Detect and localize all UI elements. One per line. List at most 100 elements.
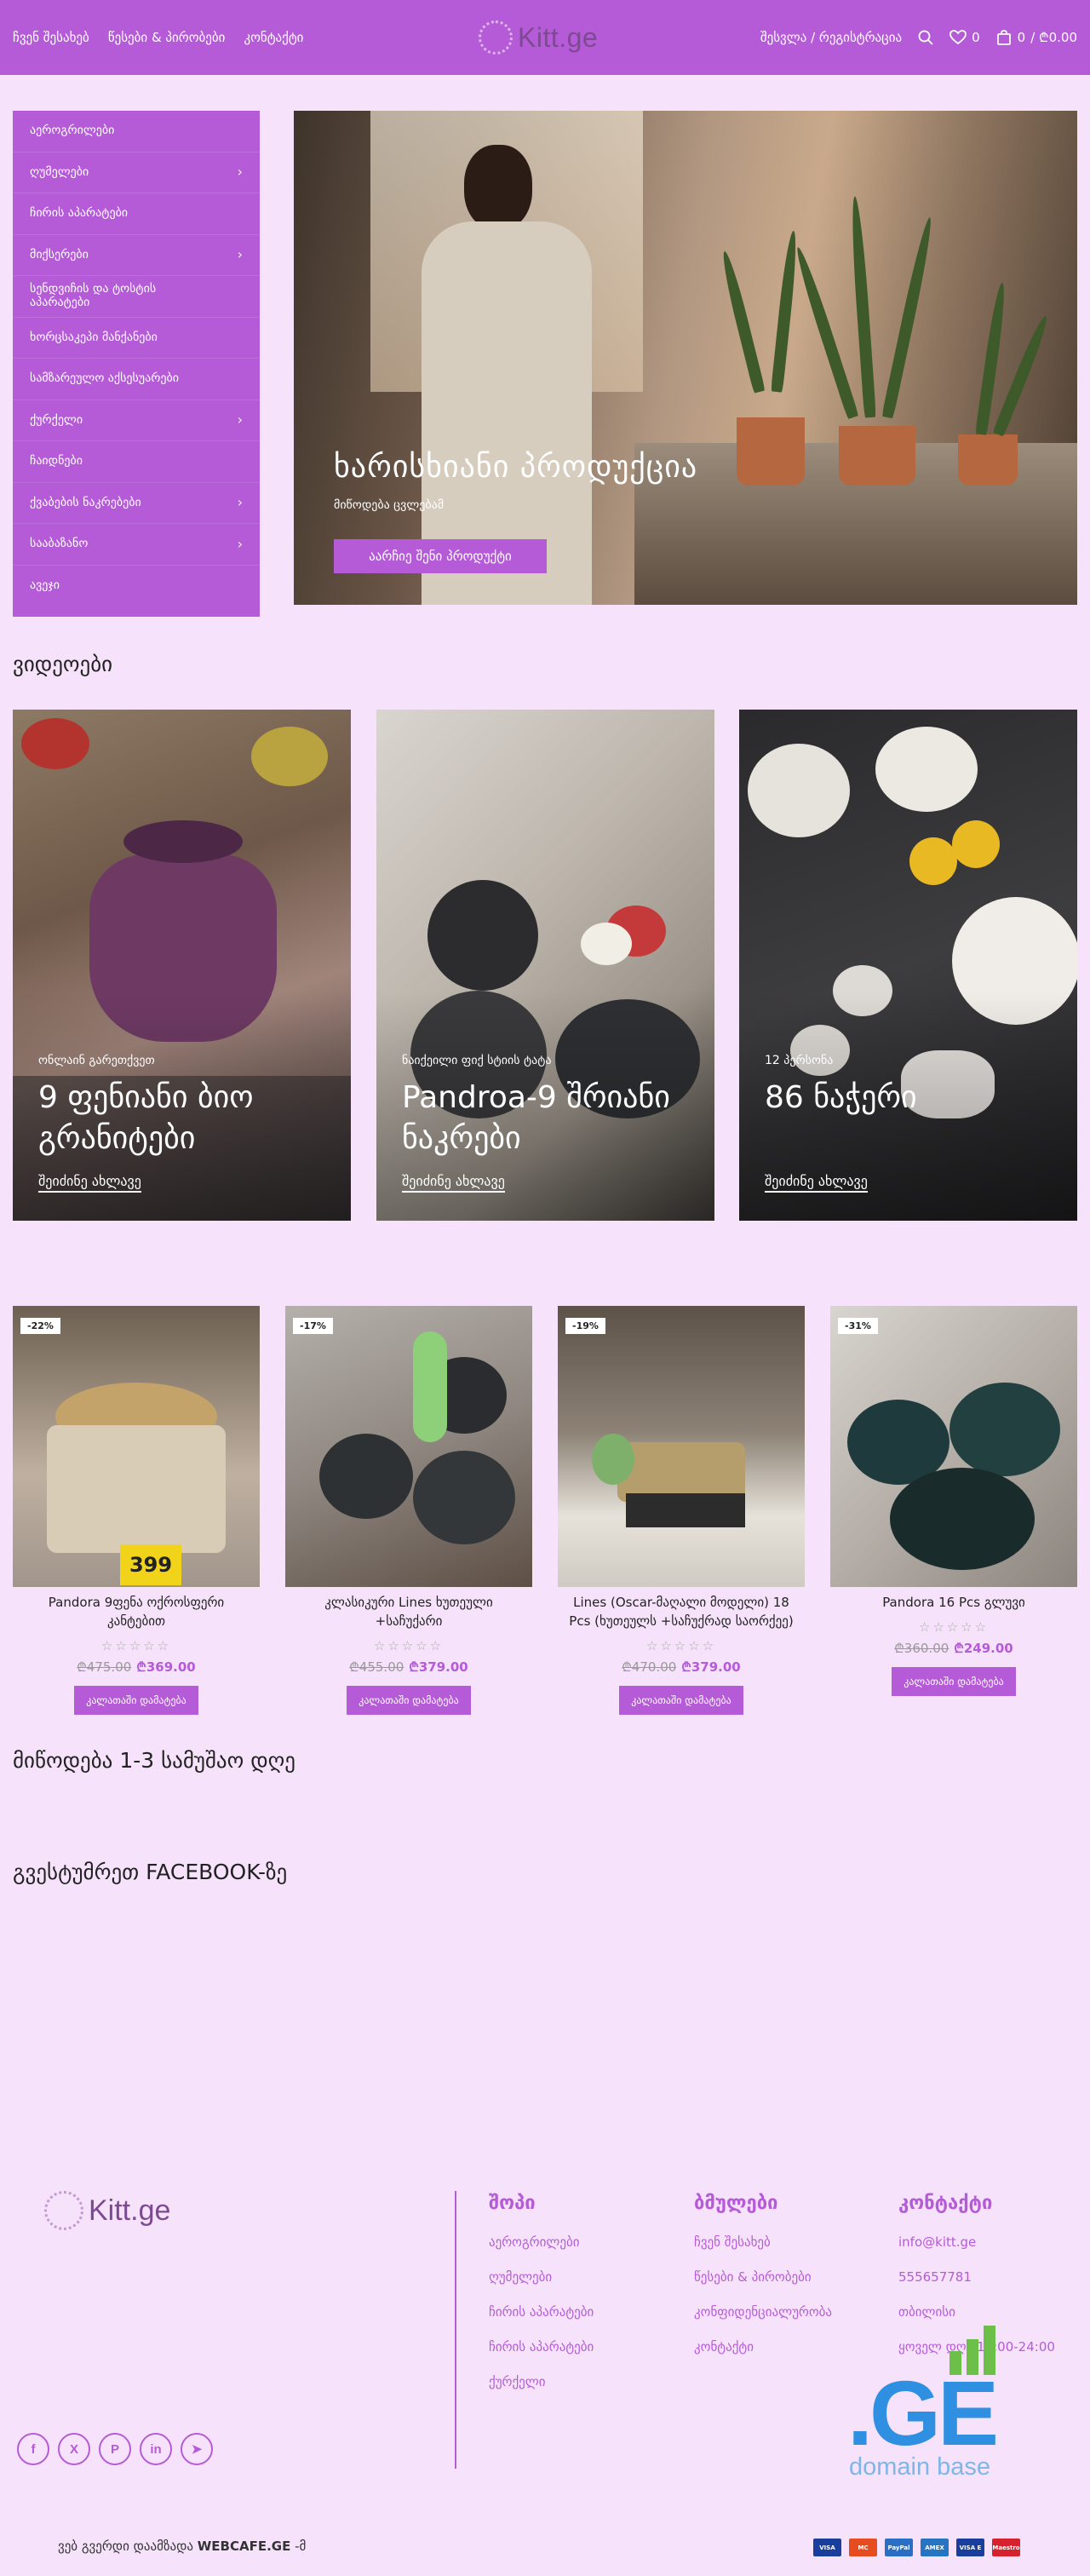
search-icon — [918, 30, 933, 45]
product-name[interactable]: Lines (Oscar-მაღალი მოდელი) 18 Pcs (ხუთე… — [558, 1594, 805, 1631]
ge-domain-logo[interactable]: .GE domain base — [847, 2326, 1018, 2487]
category-item[interactable]: ავეჯი — [13, 566, 260, 607]
hero-person-figure — [396, 128, 592, 605]
footer-link[interactable]: ქურქელი — [489, 2374, 594, 2409]
category-item[interactable]: ქვაბების ნაკრებები › — [13, 483, 260, 524]
product-name[interactable]: Pandora 16 Pcs გლუვი — [830, 1594, 1077, 1613]
product-image[interactable]: -31% — [830, 1306, 1077, 1587]
product-name[interactable]: კლასიკური Lines ხუთეული +საჩუქარი — [285, 1594, 532, 1631]
product-image[interactable]: -19% — [558, 1306, 805, 1587]
footer-logo[interactable]: Kitt.ge — [44, 2191, 170, 2230]
video-card-buy-link[interactable]: შეიძინე ახლავე — [402, 1173, 505, 1193]
sale-price: ₾379.00 — [681, 1659, 741, 1675]
hero-title: ხარისხიანი პროდუქცია — [334, 450, 698, 485]
pinterest-icon[interactable]: P — [99, 2433, 131, 2465]
linkedin-icon[interactable]: in — [140, 2433, 172, 2465]
contact-phone[interactable]: 555657781 — [898, 2269, 1055, 2304]
video-card-tag: ნაიქეილი ფიქ სტიის ტატა — [402, 1054, 552, 1067]
product-image[interactable]: -17% — [285, 1306, 532, 1587]
category-item[interactable]: ჩაიდნები — [13, 441, 260, 483]
discount-badge: -22% — [20, 1318, 60, 1334]
nav-contact-link[interactable]: კონტაქტი — [244, 30, 303, 45]
footer-link[interactable]: ჩირის აპარატები — [489, 2304, 594, 2339]
category-item[interactable]: მიქსერები › — [13, 235, 260, 276]
video-card-buy-link[interactable]: შეიძინე ახლავე — [765, 1173, 868, 1193]
product-image[interactable]: 399 -22% — [13, 1306, 260, 1587]
discount-badge: -31% — [838, 1318, 878, 1334]
add-to-cart-button[interactable]: კალათაში დამატება — [347, 1685, 471, 1715]
chevron-right-icon: › — [237, 246, 243, 263]
product-name[interactable]: Pandora 9ფენა ოქროსფერი კანტებით — [13, 1594, 260, 1631]
social-links: f X P in ➤ — [17, 2433, 213, 2465]
add-to-cart-button[interactable]: კალათაში დამატება — [619, 1685, 743, 1715]
cart-icon — [996, 30, 1011, 45]
category-item[interactable]: სააბაზანო › — [13, 524, 260, 566]
site-logo[interactable]: Kitt.ge — [479, 17, 615, 58]
rating-stars: ☆☆☆☆☆ — [918, 1619, 990, 1635]
login-register-link[interactable]: შესვლა / რეგისტრაცია — [760, 30, 902, 45]
nav-terms-link[interactable]: წესები & პირობები — [108, 30, 226, 45]
category-item[interactable]: ქურქელი › — [13, 400, 260, 441]
category-item[interactable]: ღუმელები › — [13, 152, 260, 193]
cart-button[interactable]: 0 / ₾0.00 — [995, 29, 1077, 46]
delivery-section-title: მიწოდება 1-3 სამუშაო დღე — [13, 1748, 296, 1773]
footer-link[interactable]: კონტაქტი — [694, 2339, 832, 2374]
payment-visa-e-icon: VISA E — [956, 2539, 984, 2556]
nav-about-link[interactable]: ჩვენ შესახებ — [13, 30, 89, 45]
footer-link[interactable]: აეროგრილები — [489, 2234, 594, 2269]
copyright-suffix: -მ — [295, 2539, 307, 2554]
facebook-icon[interactable]: f — [17, 2433, 49, 2465]
wishlist-button[interactable]: 0 — [949, 29, 980, 46]
category-item[interactable]: ხორცსაკეპი მანქანები — [13, 318, 260, 359]
category-label: ქვაბების ნაკრებები — [30, 495, 141, 509]
footer-column-title: კონტაქტი — [898, 2193, 993, 2214]
footer-link[interactable]: ჩვენ შესახებ — [694, 2234, 832, 2269]
main-nav: ჩვენ შესახებ წესები & პირობები კონტაქტი — [13, 0, 303, 75]
category-item[interactable]: ჩირის აპარატები — [13, 193, 260, 235]
discount-badge: -19% — [565, 1318, 605, 1334]
x-twitter-icon[interactable]: X — [58, 2433, 90, 2465]
sale-price: ₾249.00 — [954, 1640, 1013, 1656]
product-price: ₾360.00 ₾249.00 — [830, 1640, 1077, 1657]
contact-email[interactable]: info@kitt.ge — [898, 2234, 1055, 2269]
footer-logo-text: Kitt.ge — [89, 2194, 171, 2227]
chevron-right-icon: › — [237, 494, 243, 511]
category-label: ღუმელები — [30, 164, 89, 179]
footer-column-title: ბმულები — [694, 2193, 778, 2214]
cart-count: 0 — [1017, 30, 1026, 45]
old-price: ₾455.00 — [349, 1659, 404, 1675]
payment-amex-icon: AMEX — [921, 2539, 949, 2556]
category-label: მიქსერები — [30, 247, 89, 262]
hero-cta-button[interactable]: აარჩიე შენი პროდუქტი — [334, 539, 547, 573]
search-button[interactable] — [917, 29, 934, 46]
footer-link[interactable]: კონფიდენციალურობა — [694, 2304, 832, 2339]
category-label: ავეჯი — [30, 578, 60, 593]
category-item[interactable]: სამზარეულო აქსესუარები — [13, 359, 260, 400]
footer-link[interactable]: ღუმელები — [489, 2269, 594, 2304]
footer-divider — [455, 2191, 456, 2469]
pan-illustration — [949, 1383, 1060, 1476]
utensil-set — [413, 1331, 447, 1442]
video-card[interactable]: ნაიქეილი ფიქ სტიის ტატა Pandroa-9 შრიანი… — [376, 710, 714, 1221]
logo-mark-icon — [44, 2191, 83, 2230]
video-card-title: Pandroa-9 შრიანი ნაკრები — [402, 1080, 670, 1156]
video-card-overlay — [739, 710, 1077, 1221]
category-item[interactable]: სენდვიჩის და ტოსტის აპარატები — [13, 276, 260, 318]
add-to-cart-button[interactable]: კალათაში დამატება — [74, 1685, 198, 1715]
video-card[interactable]: 12 პერსონა 86 ნაჭერი შეიძინე ახლავე — [739, 710, 1077, 1221]
category-item[interactable]: აეროგრილები — [13, 111, 260, 152]
stove-top — [626, 1493, 745, 1527]
pot-body — [47, 1425, 226, 1553]
logo-text: Kitt.ge — [518, 21, 599, 53]
video-card[interactable]: ონლაინ გარეთქვეთ 9 ფენიანი ბიო გრანიტები… — [13, 710, 351, 1221]
old-price: ₾470.00 — [622, 1659, 677, 1675]
plant-leaf — [719, 250, 766, 394]
video-card-buy-link[interactable]: შეიძინე ახლავე — [38, 1173, 141, 1193]
webcafe-link[interactable]: WEBCAFE.GE — [198, 2539, 291, 2554]
telegram-icon[interactable]: ➤ — [181, 2433, 213, 2465]
old-price: ₾475.00 — [77, 1659, 132, 1675]
add-to-cart-button[interactable]: კალათაში დამატება — [892, 1666, 1016, 1696]
category-label: სააბაზანო — [30, 537, 89, 551]
footer-link[interactable]: ჩირის აპარატები — [489, 2339, 594, 2374]
footer-link[interactable]: წესები & პირობები — [694, 2269, 832, 2304]
